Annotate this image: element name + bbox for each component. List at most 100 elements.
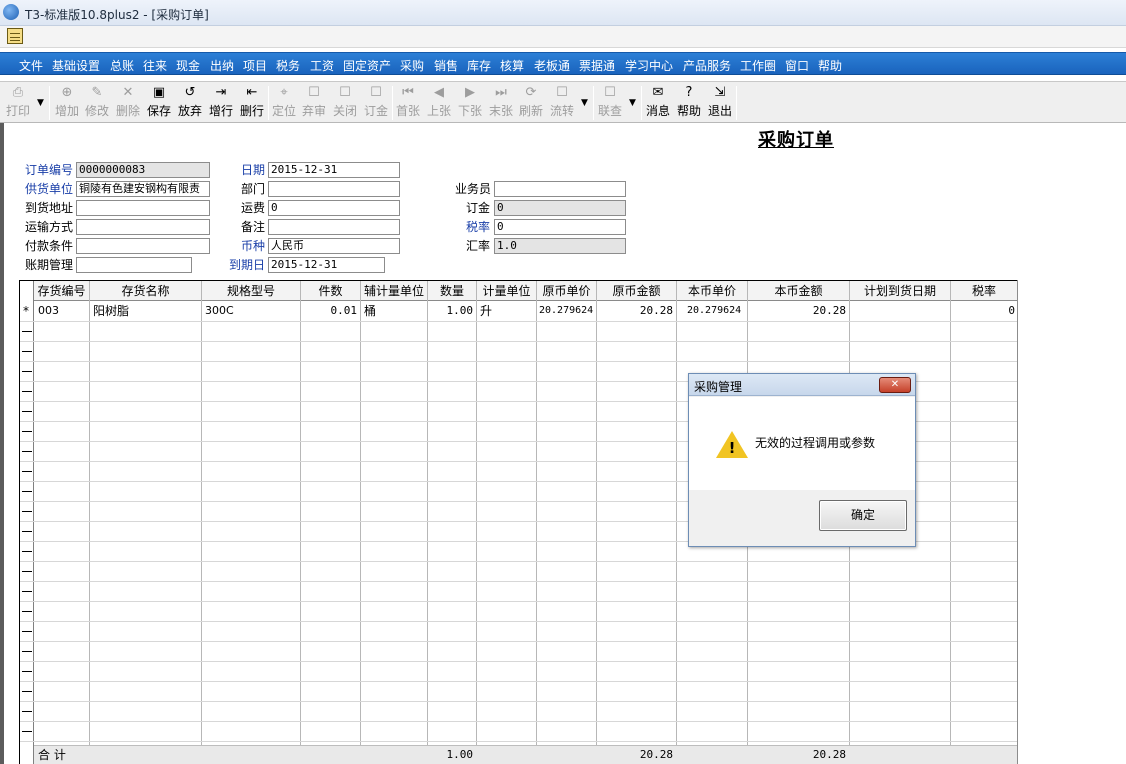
unaudit-button[interactable]: ☐ 弃审 [300, 84, 328, 122]
cell-quantity[interactable]: 1.00 [428, 301, 474, 321]
delete-row-button[interactable]: ⇤ 删行 [238, 84, 266, 122]
due-date-field[interactable]: 2015-12-31 [268, 257, 385, 273]
save-button[interactable]: ▣ 保存 [145, 84, 173, 122]
payment-terms-field[interactable] [76, 238, 210, 254]
document-menu-icon[interactable] [7, 28, 23, 44]
col-header-orig-price[interactable]: 原币单价 [537, 281, 596, 301]
freight-field[interactable]: 0 [268, 200, 400, 216]
flow-button[interactable]: ☐ 流转 [548, 84, 576, 122]
refresh-button[interactable]: ⟳ 刷新 [517, 84, 545, 122]
cell-local-price[interactable]: 20.279624 [677, 301, 747, 321]
department-field[interactable] [268, 181, 400, 197]
error-dialog: 采购管理 ✕ ! 无效的过程调用或参数 确定 [688, 373, 916, 547]
col-header-item-code[interactable]: 存货编号 [34, 281, 89, 301]
menu-tax[interactable]: 税务 [276, 57, 300, 74]
due-date-label: 到期日 [229, 258, 266, 272]
exchange-rate-field[interactable]: 1.0 [494, 238, 626, 254]
delivery-address-label: 到货地址 [25, 201, 74, 215]
menu-learning-center[interactable]: 学习中心 [625, 57, 673, 74]
date-field[interactable]: 2015-12-31 [268, 162, 400, 178]
salesman-field[interactable] [494, 181, 626, 197]
cell-pieces[interactable]: 0.01 [301, 301, 358, 321]
col-header-unit[interactable]: 计量单位 [477, 281, 536, 301]
close-doc-button[interactable]: ☐ 关闭 [331, 84, 359, 122]
flow-dropdown[interactable]: ▼ [578, 85, 591, 121]
menu-sales[interactable]: 销售 [434, 57, 458, 74]
menu-cash[interactable]: 现金 [176, 57, 200, 74]
locate-button[interactable]: ⌖ 定位 [270, 84, 298, 122]
menu-inventory[interactable]: 库存 [467, 57, 491, 74]
print-button[interactable]: ⎙ 打印 [4, 84, 32, 122]
col-header-item-name[interactable]: 存货名称 [90, 281, 201, 301]
menu-general-ledger[interactable]: 总账 [110, 57, 134, 74]
grid-column-line [427, 281, 428, 764]
cell-local-amount[interactable]: 20.28 [748, 301, 846, 321]
exit-button[interactable]: ⇲ 退出 [706, 84, 734, 122]
account-period-field[interactable] [76, 257, 192, 273]
cell-orig-amount[interactable]: 20.28 [597, 301, 673, 321]
add-row-button[interactable]: ⇥ 增行 [207, 84, 235, 122]
cell-unit[interactable]: 升 [477, 301, 536, 321]
date-label: 日期 [241, 163, 266, 177]
currency-field[interactable]: 人民币 [268, 238, 400, 254]
cell-orig-price[interactable]: 20.279624 [537, 301, 596, 321]
menu-boss[interactable]: 老板通 [534, 57, 570, 74]
ok-button[interactable]: 确定 [819, 500, 907, 531]
tax-rate-field[interactable]: 0 [494, 219, 626, 235]
add-button[interactable]: ⊕ 增加 [53, 84, 81, 122]
deposit-field[interactable]: 0 [494, 200, 626, 216]
menu-file[interactable]: 文件 [19, 57, 43, 74]
help-button[interactable]: ? 帮助 [675, 84, 703, 122]
linked-query-dropdown[interactable]: ▼ [626, 85, 639, 121]
transport-field[interactable] [76, 219, 210, 235]
cell-plan-date[interactable] [850, 301, 950, 321]
remark-field[interactable] [268, 219, 400, 235]
col-header-spec[interactable]: 规格型号 [202, 281, 300, 301]
menu-basic-settings[interactable]: 基础设置 [52, 57, 100, 74]
col-header-plan-date[interactable]: 计划到货日期 [850, 281, 950, 301]
col-header-tax-rate[interactable]: 税率 [951, 281, 1017, 301]
menu-payroll[interactable]: 工资 [310, 57, 334, 74]
prev-record-button[interactable]: ◀ 上张 [425, 84, 453, 122]
cell-item-name[interactable]: 阳树脂 [90, 301, 201, 321]
col-header-orig-amount[interactable]: 原币金额 [597, 281, 676, 301]
menu-accounts[interactable]: 往来 [143, 57, 167, 74]
refresh-icon: ⟳ [525, 85, 537, 100]
col-header-local-amount[interactable]: 本币金额 [748, 281, 849, 301]
col-header-pieces[interactable]: 件数 [301, 281, 360, 301]
add-icon: ⊕ [61, 85, 73, 100]
cell-aux-unit[interactable]: 桶 [361, 301, 427, 321]
menu-help[interactable]: 帮助 [818, 57, 842, 74]
menu-fixed-assets[interactable]: 固定资产 [343, 57, 391, 74]
supplier-field[interactable]: 铜陵有色建安钢构有限责 [76, 181, 210, 197]
deposit-button[interactable]: ☐ 订金 [362, 84, 390, 122]
order-no-field[interactable]: 0000000083 [76, 162, 210, 178]
col-header-aux-unit[interactable]: 辅计量单位 [361, 281, 427, 301]
first-record-button[interactable]: ⏮ 首张 [394, 84, 422, 122]
menu-purchase[interactable]: 采购 [400, 57, 424, 74]
menu-project[interactable]: 项目 [243, 57, 267, 74]
message-icon: ✉ [652, 85, 664, 100]
menu-cashier[interactable]: 出纳 [210, 57, 234, 74]
menu-workcircle[interactable]: 工作圈 [740, 57, 776, 74]
dialog-close-button[interactable]: ✕ [879, 377, 911, 393]
next-record-button[interactable]: ▶ 下张 [456, 84, 484, 122]
col-header-local-price[interactable]: 本币单价 [677, 281, 747, 301]
menu-invoice[interactable]: 票据通 [579, 57, 615, 74]
print-dropdown[interactable]: ▼ [34, 85, 47, 121]
grid-column-line [536, 281, 537, 764]
menu-product-service[interactable]: 产品服务 [683, 57, 731, 74]
menu-costing[interactable]: 核算 [500, 57, 524, 74]
col-header-quantity[interactable]: 数量 [428, 281, 476, 301]
delete-button[interactable]: ✕ 删除 [114, 84, 142, 122]
cell-item-code[interactable]: 003 [35, 301, 89, 321]
cell-tax-rate[interactable]: 0 [951, 301, 1015, 321]
edit-button[interactable]: ✎ 修改 [83, 84, 111, 122]
last-record-button[interactable]: ⏭ 末张 [487, 84, 515, 122]
linked-query-button[interactable]: ☐ 联查 [596, 84, 624, 122]
cell-spec[interactable]: 300C [202, 301, 300, 321]
menu-window[interactable]: 窗口 [785, 57, 809, 74]
discard-button[interactable]: ↺ 放弃 [176, 84, 204, 122]
message-button[interactable]: ✉ 消息 [644, 84, 672, 122]
delivery-address-field[interactable] [76, 200, 210, 216]
